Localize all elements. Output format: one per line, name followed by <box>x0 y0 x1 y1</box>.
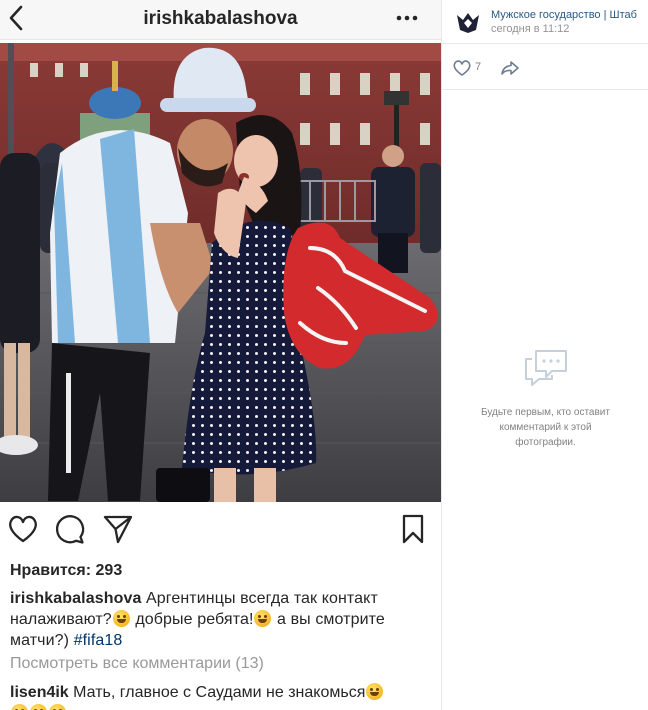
bookmark-icon <box>402 514 424 544</box>
likes-count[interactable]: Нравится: 293 <box>10 562 122 580</box>
laughing-emoji-icon <box>11 704 28 710</box>
comment-text: Мать, главное с Саудами не знакомься <box>68 684 366 701</box>
community-avatar[interactable] <box>454 8 482 36</box>
vk-post-header: Мужское государство | Штаб сегодня в 11:… <box>442 0 648 44</box>
laughing-emoji-icon <box>49 704 66 710</box>
share-button[interactable] <box>101 512 135 546</box>
caption-text-2: добрые ребята! <box>130 611 254 628</box>
smiling-emoji-icon <box>254 610 272 627</box>
speech-bubbles-icon <box>524 350 567 386</box>
post-photo[interactable] <box>0 43 441 502</box>
send-icon <box>103 515 133 544</box>
vk-empty-comments-text: Будьте первым, кто оставит комментарий к… <box>481 407 610 448</box>
post-caption: irishkabalashova Аргентинцы всегда так к… <box>10 588 435 651</box>
vk-share-button[interactable] <box>500 58 520 83</box>
comment-icon <box>55 515 85 544</box>
grinning-sweat-emoji-icon <box>112 610 130 627</box>
heart-icon <box>453 60 471 76</box>
comment-button[interactable] <box>53 512 87 546</box>
post-actions <box>0 512 441 552</box>
vk-photo-panel: Мужское государство | Штаб сегодня в 11:… <box>441 0 648 710</box>
more-horizontal-icon <box>396 15 418 21</box>
laughing-emoji-icon <box>366 683 384 700</box>
save-button[interactable] <box>396 512 430 546</box>
post-timestamp[interactable]: сегодня в 11:12 <box>491 23 569 35</box>
share-arrow-icon <box>501 61 519 75</box>
instagram-post: irishkabalashova Нравится: 293 irishkaba… <box>0 0 441 710</box>
heart-icon <box>9 515 37 543</box>
caption-hashtag[interactable]: #fifa18 <box>74 632 123 649</box>
vk-like-count[interactable]: 7 <box>475 61 481 73</box>
more-options-button[interactable] <box>395 8 419 28</box>
view-all-comments-link[interactable]: Посмотреть все комментарии (13) <box>10 655 264 673</box>
vk-like-button[interactable] <box>452 58 472 78</box>
vk-post-stats: 7 <box>442 44 648 90</box>
laughing-emoji-icon <box>30 704 47 710</box>
comment-item: lisen4ik Мать, главное с Саудами не знак… <box>10 682 435 710</box>
caption-username[interactable]: irishkabalashova <box>10 590 141 607</box>
comment-username[interactable]: lisen4ik <box>10 684 69 701</box>
profile-username[interactable]: irishkabalashova <box>0 8 441 30</box>
like-button[interactable] <box>6 512 40 546</box>
photo-illustration <box>0 43 441 502</box>
community-logo-icon <box>457 13 479 33</box>
vk-empty-comments: Будьте первым, кто оставит комментарий к… <box>442 345 648 450</box>
community-name-link[interactable]: Мужское государство | Штаб <box>491 9 637 21</box>
post-header: irishkabalashova <box>0 0 441 40</box>
